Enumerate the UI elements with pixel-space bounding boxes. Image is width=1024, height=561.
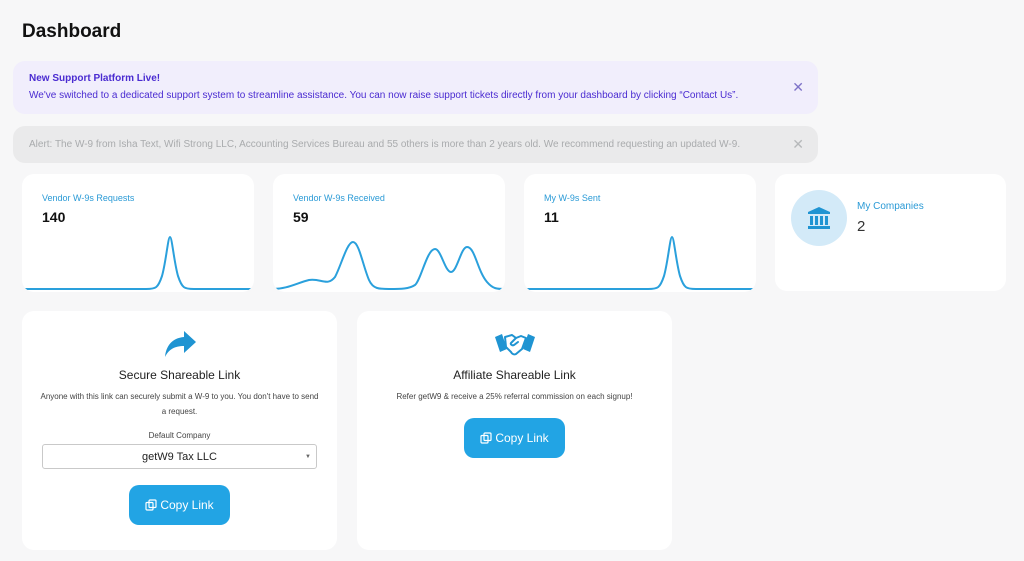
support-banner-title: New Support Platform Live! bbox=[29, 73, 161, 84]
default-company-value: getW9 Tax LLC bbox=[141, 451, 217, 463]
stat-label: Vendor W-9s Received bbox=[293, 193, 385, 203]
share-arrow-icon bbox=[164, 331, 196, 357]
affiliate-shareable-link-card: Affiliate Shareable Link Refer getW9 & r… bbox=[357, 311, 672, 550]
copy-secure-link-button[interactable]: Copy Link bbox=[129, 485, 230, 525]
sparkline bbox=[273, 240, 505, 290]
stat-card-vendor-requests[interactable]: Vendor W-9s Requests 140 bbox=[22, 174, 254, 292]
stat-value: 59 bbox=[293, 209, 309, 225]
w9-age-alert-banner: Alert: The W-9 from Isha Text, Wifi Stro… bbox=[13, 126, 818, 163]
copy-link-label: Copy Link bbox=[160, 498, 214, 512]
stat-value: 140 bbox=[42, 209, 66, 225]
bank-icon-circle bbox=[791, 190, 847, 246]
copy-link-label: Copy Link bbox=[495, 431, 549, 445]
stat-label: My W-9s Sent bbox=[544, 193, 601, 203]
handshake-icon bbox=[494, 334, 535, 356]
close-icon[interactable]: ✕ bbox=[792, 137, 804, 151]
sparkline bbox=[22, 235, 254, 290]
affiliate-link-title: Affiliate Shareable Link bbox=[453, 368, 576, 382]
default-company-select[interactable]: getW9 Tax LLC ▼ bbox=[42, 444, 317, 469]
alert-banner-text: Alert: The W-9 from Isha Text, Wifi Stro… bbox=[29, 139, 741, 150]
chevron-down-icon: ▼ bbox=[305, 454, 311, 460]
secure-link-title: Secure Shareable Link bbox=[118, 368, 241, 382]
stat-card-vendor-received[interactable]: Vendor W-9s Received 59 bbox=[273, 174, 505, 292]
support-platform-banner: New Support Platform Live! We've switche… bbox=[13, 61, 818, 114]
sparkline bbox=[524, 235, 756, 290]
my-companies-card[interactable]: My Companies 2 bbox=[775, 174, 1006, 291]
bank-icon bbox=[808, 207, 830, 229]
affiliate-link-description: Refer getW9 & receive a 25% referral com… bbox=[396, 392, 633, 401]
support-banner-text: We've switched to a dedicated support sy… bbox=[29, 90, 739, 101]
copy-affiliate-link-button[interactable]: Copy Link bbox=[464, 418, 565, 458]
page-title: Dashboard bbox=[22, 21, 122, 42]
stat-value: 11 bbox=[544, 209, 559, 225]
close-icon[interactable]: ✕ bbox=[792, 80, 804, 94]
secure-shareable-link-card: Secure Shareable Link Anyone with this l… bbox=[22, 311, 337, 550]
stat-card-my-w9s-sent[interactable]: My W-9s Sent 11 bbox=[524, 174, 756, 292]
companies-label: My Companies bbox=[857, 201, 924, 212]
copy-icon bbox=[145, 499, 157, 511]
copy-icon bbox=[480, 432, 492, 444]
default-company-label: Default Company bbox=[148, 431, 211, 440]
secure-link-description: Anyone with this link can securely submi… bbox=[40, 392, 319, 416]
companies-count: 2 bbox=[857, 218, 866, 235]
stat-label: Vendor W-9s Requests bbox=[42, 193, 135, 203]
